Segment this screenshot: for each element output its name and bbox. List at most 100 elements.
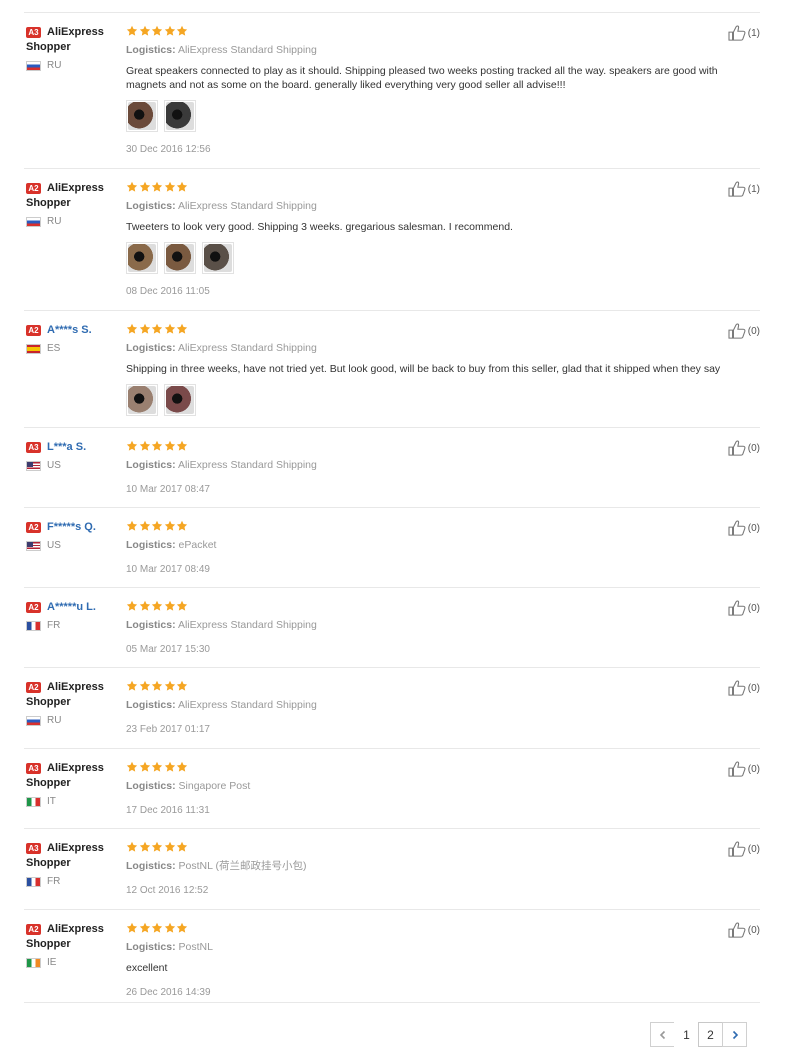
country-flag-icon <box>26 460 41 471</box>
star-icon <box>151 323 163 335</box>
helpful-count: (1) <box>747 27 760 39</box>
star-rating <box>126 680 736 694</box>
logistics-label: Logistics: <box>126 342 176 354</box>
reviewer-name: AliExpress <box>47 681 104 693</box>
logistics-info: Logistics: AliExpress Standard Shipping <box>126 619 736 632</box>
review-photo[interactable] <box>164 100 196 132</box>
country-code: FR <box>47 876 61 887</box>
helpful-button[interactable]: (0) <box>728 440 760 456</box>
review-item: A2 AliExpress Shopper IE Logistics: PostNL ex… <box>24 909 760 1002</box>
review-photo[interactable] <box>126 242 158 274</box>
review-item: A2 F*****s Q. US Logistics: ePacket 10 Mar 2… <box>24 507 760 587</box>
logistics-info: Logistics: PostNL (荷兰邮政挂号小包) <box>126 860 736 873</box>
prev-page-button[interactable] <box>650 1022 675 1047</box>
helpful-button[interactable]: (0) <box>728 841 760 857</box>
logistics-info: Logistics: AliExpress Standard Shipping <box>126 44 736 57</box>
reviewer-name[interactable]: A*****u L. <box>47 600 96 615</box>
helpful-button[interactable]: (0) <box>728 680 760 696</box>
reviewer-name-line2: Shopper <box>26 197 71 209</box>
star-icon <box>139 520 151 532</box>
thumbs-up-icon <box>728 761 746 777</box>
logistics-value: PostNL (荷兰邮政挂号小包) <box>178 860 307 872</box>
buyer-level-badge: A2 <box>26 522 41 533</box>
review-item: A3 AliExpress Shopper FR Logistics: PostNL (… <box>24 828 760 909</box>
page-1-link[interactable]: 1 <box>674 1022 699 1047</box>
reviewer-name[interactable]: L***a S. <box>47 440 86 455</box>
review-photo[interactable] <box>126 100 158 132</box>
review-body: Logistics: AliExpress Standard Shipping T… <box>126 181 736 297</box>
reviewer-info: A3 AliExpress Shopper FR <box>26 841 122 887</box>
next-page-button[interactable] <box>722 1022 747 1047</box>
helpful-button[interactable]: (0) <box>728 600 760 616</box>
reviewer-info: A2 AliExpress Shopper RU <box>26 181 122 227</box>
logistics-info: Logistics: PostNL <box>126 941 736 954</box>
review-photo[interactable] <box>126 384 158 416</box>
helpful-button[interactable]: (0) <box>728 323 760 339</box>
reviewer-info: A3 AliExpress Shopper IT <box>26 761 122 807</box>
logistics-value: AliExpress Standard Shipping <box>177 619 317 631</box>
buyer-level-badge: A2 <box>26 924 41 935</box>
star-icon <box>164 841 176 853</box>
logistics-label: Logistics: <box>126 860 176 872</box>
buyer-level-badge: A3 <box>26 843 41 854</box>
review-photo[interactable] <box>164 242 196 274</box>
page-2-link[interactable]: 2 <box>698 1022 723 1047</box>
reviewer-info: A2 AliExpress Shopper IE <box>26 922 122 968</box>
review-item: A2 AliExpress Shopper RU Logistics: AliExpre… <box>24 667 760 748</box>
star-icon <box>164 440 176 452</box>
review-text: Tweeters to look very good. Shipping 3 w… <box>126 221 513 233</box>
review-text: Shipping in three weeks, have not tried … <box>126 363 721 375</box>
star-icon <box>139 761 151 773</box>
star-icon <box>164 600 176 612</box>
star-icon <box>164 680 176 692</box>
country-code: RU <box>47 60 62 71</box>
helpful-button[interactable]: (1) <box>728 25 760 41</box>
reviewer-country: US <box>26 460 122 471</box>
star-icon <box>139 680 151 692</box>
helpful-button[interactable]: (0) <box>728 761 760 777</box>
helpful-count: (0) <box>747 682 760 694</box>
reviewer-info: A2 AliExpress Shopper RU <box>26 680 122 726</box>
star-icon <box>176 680 188 692</box>
reviewer-name-line2: Shopper <box>26 777 71 789</box>
star-icon <box>176 922 188 934</box>
review-body: Logistics: PostNL excellent 26 Dec 2016 14… <box>126 922 736 998</box>
reviewer-info: A2 A*****u L. FR <box>26 600 122 631</box>
helpful-count: (0) <box>747 442 760 454</box>
star-icon <box>126 841 138 853</box>
star-icon <box>139 181 151 193</box>
review-date: 10 Mar 2017 08:49 <box>126 564 210 575</box>
star-icon <box>151 922 163 934</box>
review-item: A2 A*****u L. FR Logistics: AliExpress Stan… <box>24 587 760 667</box>
review-photos <box>126 384 736 416</box>
star-icon <box>176 600 188 612</box>
star-rating <box>126 922 736 936</box>
review-text: Great speakers connected to play as it s… <box>126 65 718 91</box>
review-body: Logistics: AliExpress Standard Shipping G… <box>126 25 736 155</box>
thumbs-up-icon <box>728 922 746 938</box>
reviewer-info: A2 A****s S. ES <box>26 323 122 354</box>
star-rating <box>126 323 736 337</box>
reviewer-info: A3 AliExpress Shopper RU <box>26 25 122 71</box>
helpful-button[interactable]: (1) <box>728 181 760 197</box>
buyer-level-badge: A3 <box>26 442 41 453</box>
helpful-button[interactable]: (0) <box>728 922 760 938</box>
star-icon <box>139 922 151 934</box>
star-icon <box>151 25 163 37</box>
review-photo[interactable] <box>202 242 234 274</box>
review-item: A2 AliExpress Shopper RU Logistics: AliExpre… <box>24 168 760 310</box>
logistics-value: AliExpress Standard Shipping <box>177 699 317 711</box>
star-icon <box>176 440 188 452</box>
helpful-count: (0) <box>747 522 760 534</box>
star-rating <box>126 440 736 454</box>
review-body: Logistics: AliExpress Standard Shipping S… <box>126 323 736 416</box>
reviewer-name[interactable]: F*****s Q. <box>47 520 96 535</box>
helpful-button[interactable]: (0) <box>728 520 760 536</box>
review-photo[interactable] <box>164 384 196 416</box>
star-icon <box>176 181 188 193</box>
star-icon <box>139 25 151 37</box>
reviewer-info: A3 L***a S. US <box>26 440 122 471</box>
logistics-info: Logistics: AliExpress Standard Shipping <box>126 459 736 472</box>
thumbs-up-icon <box>728 520 746 536</box>
reviewer-name[interactable]: A****s S. <box>47 323 92 338</box>
